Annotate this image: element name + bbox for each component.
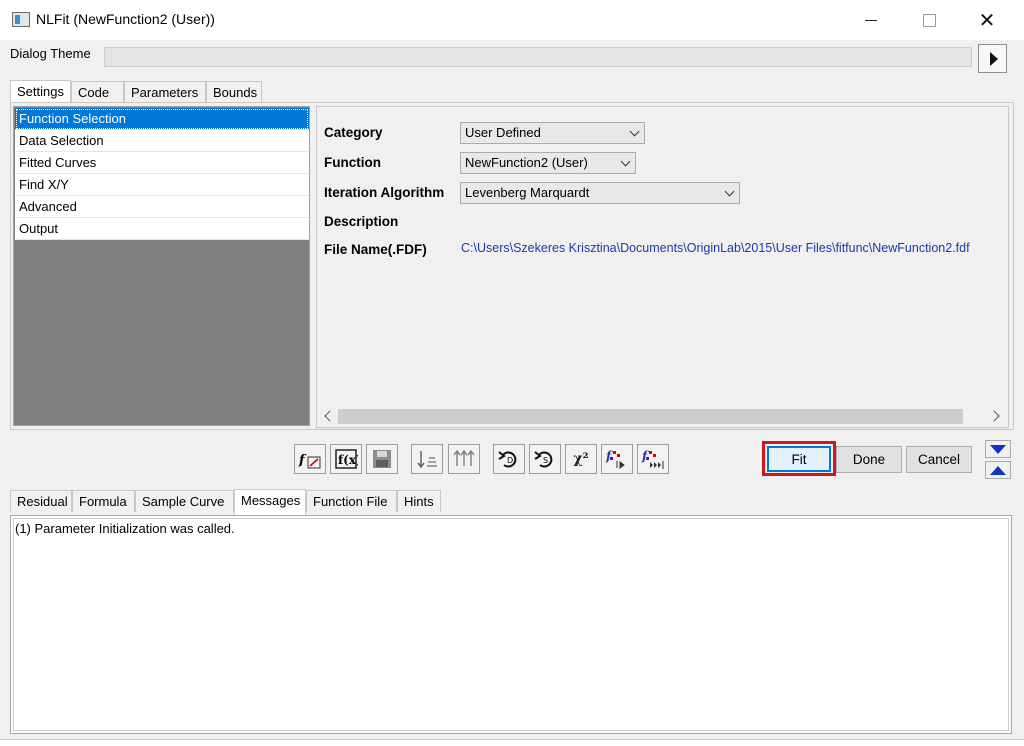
svg-text:f(x): f(x) [338, 453, 358, 467]
svg-text:f: f [641, 449, 649, 463]
chi-square-button[interactable]: χ² [565, 444, 597, 474]
svg-text:S: S [543, 456, 548, 465]
svg-text:f: f [605, 449, 613, 463]
category-label: Category [324, 125, 383, 140]
message-line: (1) Parameter Initialization was called. [15, 521, 235, 536]
sort-ascending-icon [417, 451, 437, 469]
tab-residual[interactable]: Residual [10, 490, 72, 512]
tab-formula[interactable]: Formula [72, 490, 135, 512]
settings-nav-tree[interactable]: Function Selection Data Selection Fitted… [13, 106, 310, 426]
chi-square-icon: χ² [573, 451, 589, 467]
function-value: NewFunction2 (User) [465, 155, 588, 170]
nav-item-output[interactable]: Output [15, 218, 309, 240]
minimize-button[interactable] [848, 0, 894, 40]
close-icon: ✕ [978, 9, 996, 32]
window-bottom-edge [0, 739, 1024, 746]
iteration-algorithm-label: Iteration Algorithm [324, 185, 445, 200]
file-name-label: File Name(.FDF) [324, 242, 427, 257]
nav-item-fitted-curves[interactable]: Fitted Curves [15, 152, 309, 174]
function-select[interactable]: NewFunction2 (User) [460, 152, 636, 174]
done-button[interactable]: Done [836, 446, 902, 473]
cancel-button[interactable]: Cancel [906, 446, 972, 473]
fit-until-converged-button[interactable]: f [637, 444, 669, 474]
description-label: Description [324, 214, 399, 229]
fit-button[interactable]: Fit [767, 446, 831, 472]
save-fdf-icon [373, 450, 391, 468]
iteration-algorithm-select[interactable]: Levenberg Marquardt [460, 182, 740, 204]
iteration-algorithm-value: Levenberg Marquardt [465, 185, 590, 200]
svg-text:f: f [298, 453, 307, 468]
messages-textbox[interactable] [13, 518, 1009, 731]
sort-ascending-button[interactable] [411, 444, 443, 474]
file-name-link[interactable]: C:\Users\Szekeres Krisztina\Documents\Or… [461, 241, 1007, 259]
one-iteration-button[interactable]: f [601, 444, 633, 474]
function-selection-panel [316, 106, 1009, 428]
maximize-icon [922, 13, 936, 27]
tab-parameters[interactable]: Parameters [124, 81, 206, 103]
nav-item-data-selection[interactable]: Data Selection [15, 130, 309, 152]
category-select[interactable]: User Defined [460, 122, 645, 144]
function-builder-button[interactable]: f(x) [330, 444, 362, 474]
function-builder-icon: f(x) [335, 449, 358, 469]
tab-code[interactable]: Code [71, 81, 124, 103]
nav-item-advanced[interactable]: Advanced [15, 196, 309, 218]
sort-descending-icon [453, 449, 475, 466]
tab-settings[interactable]: Settings [10, 80, 71, 104]
one-iteration-icon: f [605, 449, 625, 469]
function-label: Function [324, 155, 381, 170]
close-button[interactable]: ✕ [964, 0, 1010, 40]
tab-bounds[interactable]: Bounds [206, 81, 262, 103]
nav-item-find-xy[interactable]: Find X/Y [15, 174, 309, 196]
category-value: User Defined [465, 125, 541, 140]
scrollbar-thumb[interactable] [338, 409, 963, 424]
maximize-button[interactable] [906, 0, 952, 40]
undo-step-icon: S [534, 451, 553, 468]
initialize-parameters-icon: f [298, 453, 321, 469]
app-icon [12, 12, 30, 27]
fit-until-converged-icon: f [641, 449, 664, 469]
tab-sample-curve[interactable]: Sample Curve [135, 490, 234, 512]
undo-step-button[interactable]: S [529, 444, 561, 474]
dialog-theme-label: Dialog Theme [10, 46, 91, 61]
undo-icon: D [498, 451, 517, 468]
tab-hints[interactable]: Hints [397, 490, 441, 512]
tab-function-file[interactable]: Function File [306, 490, 397, 512]
dialog-theme-menu-button[interactable] [978, 44, 1007, 73]
save-fdf-button[interactable] [366, 444, 398, 474]
minimize-icon [865, 19, 877, 21]
expand-down-button[interactable] [985, 440, 1011, 458]
arrow-up-icon [990, 465, 1006, 475]
chevron-down-icon [724, 186, 735, 197]
window-title: NLFit (NewFunction2 (User)) [36, 11, 215, 27]
initialize-parameters-button[interactable]: f [294, 444, 326, 474]
undo-button[interactable]: D [493, 444, 525, 474]
collapse-up-button[interactable] [985, 461, 1011, 479]
tab-messages[interactable]: Messages [234, 489, 306, 516]
svg-text:D: D [507, 456, 513, 465]
chevron-down-icon [620, 156, 631, 167]
sort-descending-button[interactable] [448, 444, 480, 474]
nav-item-function-selection[interactable]: Function Selection [15, 108, 309, 130]
chevron-down-icon [629, 126, 640, 137]
dialog-theme-field[interactable] [104, 47, 972, 67]
arrow-down-icon [990, 444, 1006, 454]
